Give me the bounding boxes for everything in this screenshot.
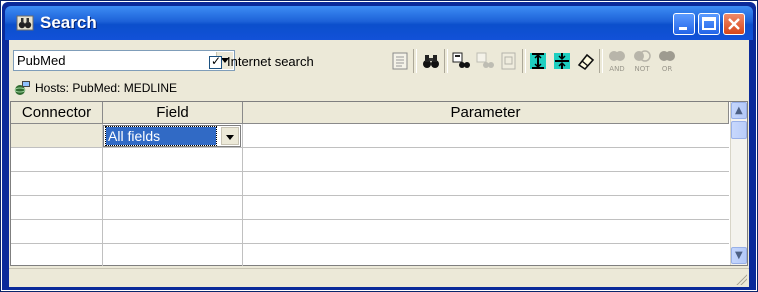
toolbar-separator <box>599 49 603 73</box>
row-divider <box>11 147 729 148</box>
resize-grip-icon[interactable] <box>735 273 747 285</box>
window-title: Search <box>40 13 97 32</box>
search-client-area: PubMed ✓ Internet search AND NOT OR Host… <box>9 40 749 287</box>
title-bar[interactable]: Search <box>5 6 753 40</box>
not-label: NOT <box>634 65 650 73</box>
field-select[interactable]: All fields <box>103 125 241 147</box>
database-select-value: PubMed <box>17 53 66 68</box>
internet-search-label: Internet search <box>227 54 314 69</box>
status-bar <box>9 268 749 287</box>
toolbar-separator <box>522 49 526 73</box>
and-label: AND <box>609 65 624 73</box>
column-header-parameter[interactable]: Parameter <box>243 102 729 124</box>
delete-row-icon[interactable] <box>552 51 572 71</box>
checkmark-icon: ✓ <box>211 54 222 68</box>
scroll-up-button[interactable]: ▲ <box>731 102 747 119</box>
row-divider <box>11 171 729 172</box>
chevron-up-icon: ▲ <box>735 105 743 116</box>
toolbar-separator <box>413 49 417 73</box>
row-divider <box>11 195 729 196</box>
connector-cell <box>11 124 102 147</box>
notes-icon[interactable] <box>390 51 410 71</box>
chevron-down-icon: ▼ <box>735 250 743 261</box>
eraser-icon[interactable] <box>576 51 596 71</box>
close-icon <box>728 18 740 30</box>
field-dropdown-button[interactable] <box>221 127 239 145</box>
scroll-thumb[interactable] <box>731 121 747 139</box>
search-toolbar: PubMed ✓ Internet search AND NOT OR <box>9 40 749 76</box>
paste-records-icon <box>476 52 494 68</box>
maximize-button[interactable] <box>698 13 720 35</box>
search-window: Search PubMed ✓ Internet search AND NOT … <box>0 0 758 292</box>
document-icon <box>501 52 516 70</box>
row-divider <box>11 243 729 244</box>
close-button[interactable] <box>723 13 745 35</box>
or-label: OR <box>662 65 673 73</box>
column-header-field[interactable]: Field <box>103 102 243 124</box>
database-select[interactable]: PubMed <box>13 50 235 71</box>
hosts-label: Hosts: PubMed: MEDLINE <box>35 81 178 95</box>
insert-row-icon[interactable] <box>528 51 548 71</box>
copy-records-icon[interactable] <box>451 51 471 71</box>
minimize-icon <box>679 27 687 30</box>
search-binoculars-icon <box>16 15 34 31</box>
toolbar-separator <box>444 49 448 73</box>
minimize-button[interactable] <box>673 13 695 35</box>
maximize-icon <box>702 17 716 30</box>
field-select-value: All fields <box>105 126 217 146</box>
chevron-down-icon <box>226 135 234 140</box>
or-operator-icon: OR <box>659 51 675 73</box>
column-divider <box>242 124 243 266</box>
and-operator-icon: AND <box>609 51 625 73</box>
vertical-scrollbar[interactable]: ▲ ▼ <box>730 102 747 265</box>
scroll-down-button[interactable]: ▼ <box>731 247 747 264</box>
internet-search-checkbox[interactable]: ✓ <box>209 54 222 69</box>
not-operator-icon: NOT <box>634 50 651 73</box>
row-divider <box>11 219 729 220</box>
network-host-icon <box>14 81 30 95</box>
binoculars-icon[interactable] <box>421 51 441 71</box>
column-header-connector[interactable]: Connector <box>11 102 103 124</box>
hosts-bar: Hosts: PubMed: MEDLINE <box>9 76 749 100</box>
search-criteria-grid: Connector Field Parameter All fields ▲ ▼ <box>10 101 748 266</box>
